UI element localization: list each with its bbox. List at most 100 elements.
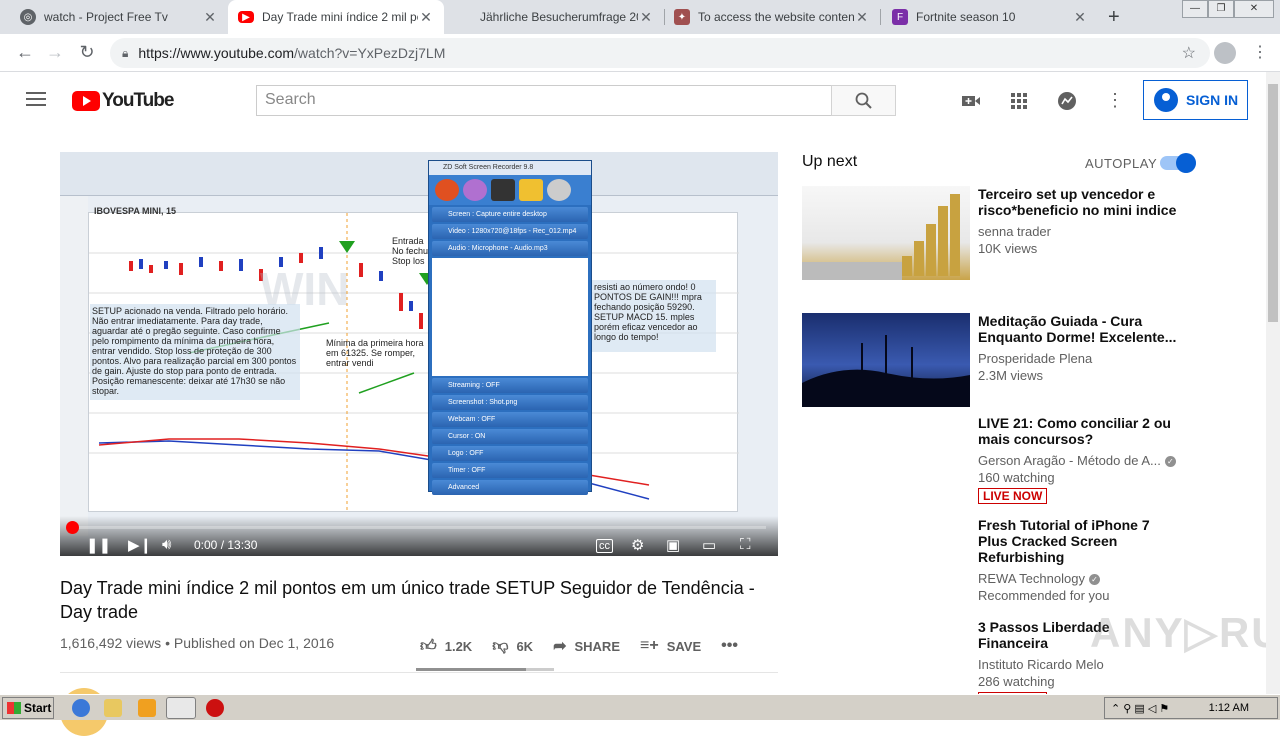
search-button[interactable] xyxy=(831,85,896,116)
sign-in-button[interactable]: SIGN IN xyxy=(1143,80,1248,120)
volume-icon[interactable]: 🔊︎ xyxy=(162,536,171,553)
profile-icon[interactable] xyxy=(1214,42,1236,64)
thumbs-down-icon: 👎︎ xyxy=(492,637,509,655)
tab-project-free-tv[interactable]: ◎ watch - Project Free Tv ✕ xyxy=(10,0,228,34)
next-button[interactable]: ▶❙ xyxy=(128,536,152,554)
recorder-row: Logo : OFF xyxy=(432,446,588,461)
playlist-add-icon: ≡+ xyxy=(640,637,659,654)
like-count: 1.2K xyxy=(444,638,473,654)
bookmark-star-icon[interactable]: ☆ xyxy=(1182,43,1196,63)
windows-taskbar: Start ⌃ ⚲ ▤ ◁ ⚑ 1:12 AM xyxy=(0,694,1280,720)
recommended-video[interactable]: Terceiro set up vencedor e risco*benefic… xyxy=(802,186,1242,282)
chrome-taskbar-button[interactable] xyxy=(166,697,196,719)
progress-scrubber[interactable] xyxy=(66,521,79,534)
captions-button[interactable]: cc xyxy=(596,539,613,553)
video-meta: 286 watching xyxy=(978,674,1055,689)
recommended-video-live[interactable]: LIVE 21: Como conciliar 2 ou mais concur… xyxy=(802,415,1242,511)
address-bar[interactable]: 🔒︎ https://www.youtube.com/watch?v=YxPez… xyxy=(110,38,1210,68)
video-title[interactable]: Terceiro set up vencedor e risco*benefic… xyxy=(978,186,1178,218)
video-title[interactable]: LIVE 21: Como conciliar 2 ou mais concur… xyxy=(978,415,1178,447)
back-icon[interactable]: ← xyxy=(14,42,36,63)
youtube-icon: ▶ xyxy=(238,11,254,23)
sign-in-label: SIGN IN xyxy=(1186,92,1239,108)
url-host: https://www.youtube.com xyxy=(138,45,295,61)
video-thumbnail[interactable] xyxy=(802,313,970,407)
save-button[interactable]: ≡+ SAVE xyxy=(640,637,701,655)
pause-button[interactable]: ❚❚ xyxy=(86,536,111,554)
recorder-row: Cursor : ON xyxy=(432,429,588,444)
video-thumbnail[interactable] xyxy=(802,186,970,280)
settings-more-icon[interactable]: ⋮ xyxy=(1104,90,1126,112)
like-button[interactable]: 👍︎ 1.2K xyxy=(420,637,472,656)
maximize-icon[interactable]: ❐ xyxy=(1208,0,1234,18)
autoplay-toggle[interactable] xyxy=(1160,153,1196,173)
more-actions-icon[interactable]: ••• xyxy=(721,637,746,655)
messages-icon[interactable] xyxy=(1056,90,1078,112)
share-button[interactable]: ➦ SHARE xyxy=(553,636,620,656)
media-player-icon[interactable] xyxy=(138,699,156,717)
fullscreen-icon[interactable]: ⛶ xyxy=(740,536,751,553)
scrollbar-thumb[interactable] xyxy=(1268,84,1278,322)
dislike-button[interactable]: 👎︎ 6K xyxy=(492,637,533,656)
lock-icon: 🔒︎ xyxy=(122,45,129,60)
recommended-video[interactable]: Meditação Guiada - Cura Enquanto Dorme! … xyxy=(802,313,1242,409)
recorder-row: Audio : Microphone - Audio.mp3 xyxy=(432,241,588,256)
theater-mode-icon[interactable]: ▭ xyxy=(702,536,716,554)
file-explorer-icon[interactable] xyxy=(104,699,122,717)
tray-icons[interactable]: ⌃ ⚲ ▤ ◁ ⚑ xyxy=(1111,702,1169,715)
apps-grid-icon[interactable] xyxy=(1008,90,1030,112)
progress-bar[interactable] xyxy=(72,526,766,529)
tab-title: Fortnite season 10 xyxy=(916,10,1016,24)
new-tab-icon[interactable]: + xyxy=(1108,6,1120,29)
windows-logo-icon xyxy=(7,702,21,714)
close-window-icon[interactable]: ✕ xyxy=(1234,0,1274,18)
video-info: Terceiro set up vencedor e risco*benefic… xyxy=(978,186,1178,256)
close-tab-icon[interactable]: ✕ xyxy=(1072,9,1088,26)
stop-icon[interactable] xyxy=(206,699,224,717)
close-tab-icon[interactable]: ✕ xyxy=(418,9,434,26)
internet-explorer-icon[interactable] xyxy=(72,699,90,717)
close-tab-icon[interactable]: ✕ xyxy=(638,9,654,26)
settings-gear-icon[interactable]: ⚙ xyxy=(631,536,644,554)
close-tab-icon[interactable]: ✕ xyxy=(854,9,870,26)
create-video-icon[interactable] xyxy=(960,90,982,112)
search-input[interactable]: Search xyxy=(256,85,832,116)
url-path: /watch?v=YxPezDzj7LM xyxy=(294,45,446,61)
embedded-note-left: SETUP acionado na venda. Filtrado pelo h… xyxy=(90,304,300,400)
start-button[interactable]: Start xyxy=(2,697,54,719)
browser-tab-strip: ◎ watch - Project Free Tv ✕ ▶ Day Trade … xyxy=(0,0,1280,34)
miniplayer-icon[interactable]: ▣ xyxy=(666,536,680,554)
recommended-video[interactable]: Fresh Tutorial of iPhone 7 Plus Cracked … xyxy=(802,517,1242,613)
menu-icon[interactable] xyxy=(26,92,46,110)
tab-website-content[interactable]: ✦ To access the website content, ✕ xyxy=(664,0,880,34)
forward-icon[interactable]: → xyxy=(44,42,66,63)
account-icon xyxy=(1154,88,1178,112)
channel-name: senna trader xyxy=(978,224,1051,239)
player-controls: ❚❚ ▶❙ 🔊︎ 0:00 / 13:30 cc ⚙ ▣ ▭ ⛶ xyxy=(60,516,778,556)
tab-fortnite[interactable]: F Fortnite season 10 ✕ xyxy=(882,0,1098,34)
page-scrollbar[interactable] xyxy=(1266,72,1280,694)
folder-icon xyxy=(519,179,543,201)
video-info: Meditação Guiada - Cura Enquanto Dorme! … xyxy=(978,313,1178,383)
blank-page-icon xyxy=(456,9,472,25)
close-tab-icon[interactable]: ✕ xyxy=(202,9,218,26)
tab-besucherumfrage[interactable]: Jährliche Besucherumfrage 2019 ✕ xyxy=(446,0,664,34)
tab-youtube-video[interactable]: ▶ Day Trade mini índice 2 mil ponto ✕ xyxy=(228,0,444,34)
video-title[interactable]: Fresh Tutorial of iPhone 7 Plus Cracked … xyxy=(978,517,1178,565)
recorder-row: Streaming : OFF xyxy=(432,378,588,393)
anyrun-watermark-logo: ANY▷RUN xyxy=(1090,609,1280,656)
video-meta: 1,616,492 views • Published on Dec 1, 20… xyxy=(60,635,334,651)
minimize-icon[interactable]: — xyxy=(1182,0,1208,18)
embedded-note-right: resisti ao número ondo! 0 PONTOS DE GAIN… xyxy=(592,280,716,352)
toggle-knob xyxy=(1176,153,1196,173)
recorder-row: Advanced xyxy=(432,480,588,495)
channel-name: Instituto Ricardo Melo xyxy=(978,657,1104,672)
video-player[interactable]: IBOVESPA MINI, 15 WIN SETUP acionado na … xyxy=(60,152,778,556)
start-label: Start xyxy=(24,701,52,715)
video-title[interactable]: Meditação Guiada - Cura Enquanto Dorme! … xyxy=(978,313,1178,345)
meta-separator: • xyxy=(165,635,174,651)
browser-menu-icon[interactable]: ⋮ xyxy=(1252,42,1268,62)
embedded-note-mid: Mínima da primeira hora em 61325. Se rom… xyxy=(326,338,424,368)
reload-icon[interactable]: ↻ xyxy=(76,42,98,63)
youtube-logo[interactable]: YouTube xyxy=(72,90,174,112)
